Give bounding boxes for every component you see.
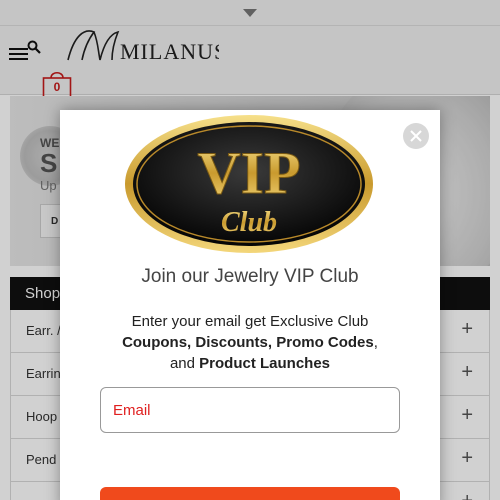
modal-description: Enter your email get Exclusive Club Coup… bbox=[90, 311, 410, 374]
desc-comma: , bbox=[373, 334, 378, 351]
desc-launches: Product Launches bbox=[199, 355, 331, 372]
submit-button[interactable] bbox=[100, 487, 400, 500]
desc-offers: Coupons, Discounts, Promo Codes bbox=[122, 334, 374, 351]
email-field[interactable] bbox=[100, 387, 400, 433]
modal-title: Join our Jewelry VIP Club bbox=[141, 266, 359, 287]
badge-subtitle: Club bbox=[221, 207, 277, 238]
vip-club-badge: VIP Club bbox=[125, 115, 373, 253]
close-button[interactable] bbox=[403, 123, 429, 149]
desc-line-1: Enter your email get Exclusive Club bbox=[131, 313, 369, 330]
close-icon bbox=[410, 130, 422, 142]
desc-and: and bbox=[169, 355, 200, 372]
badge-title: VIP bbox=[197, 140, 300, 206]
vip-signup-modal: VIP Club Join our Jewelry VIP Club Enter… bbox=[60, 110, 440, 500]
